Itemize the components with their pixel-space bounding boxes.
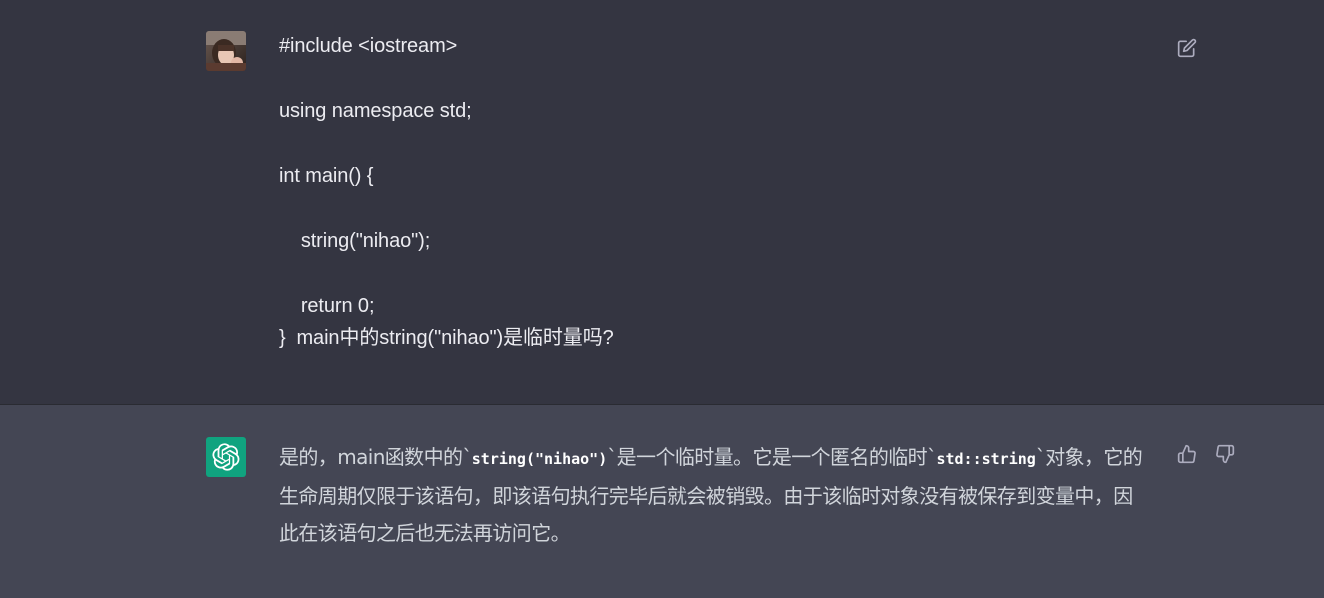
thumbs-down-icon — [1216, 444, 1235, 464]
code-line: #include <iostream> — [279, 35, 458, 57]
user-message-text: #include <iostream> using namespace std;… — [279, 30, 1139, 349]
user-avatar-image — [206, 31, 246, 71]
openai-logo-icon — [212, 443, 240, 471]
thumbs-up-button[interactable] — [1175, 442, 1199, 466]
user-message: #include <iostream> using namespace std;… — [0, 0, 1324, 405]
thumbs-up-icon — [1177, 444, 1196, 464]
question-line: } main中的string("nihao")是临时量吗? — [279, 327, 614, 349]
inline-code: std::string — [936, 450, 1036, 468]
assistant-message-text: 是的，main函数中的`string("nihao")`是一个临时量。它是一个匿… — [279, 439, 1149, 552]
code-line: int main() { — [279, 165, 374, 187]
chat-thread: #include <iostream> using namespace std;… — [0, 0, 1324, 598]
code-line: string("nihao"); — [279, 230, 431, 252]
code-line: using namespace std; — [279, 100, 472, 122]
edit-button[interactable] — [1175, 36, 1199, 60]
thumbs-down-button[interactable] — [1213, 442, 1237, 466]
assistant-text-segment: `是一个临时量。它是一个匿名的临时` — [607, 445, 937, 469]
edit-icon — [1177, 38, 1197, 58]
inline-code: string("nihao") — [471, 450, 608, 468]
assistant-text-segment: 是的，main函数中的` — [279, 445, 472, 469]
code-line: return 0; — [279, 295, 375, 317]
user-avatar — [206, 31, 246, 71]
assistant-avatar — [206, 437, 246, 477]
